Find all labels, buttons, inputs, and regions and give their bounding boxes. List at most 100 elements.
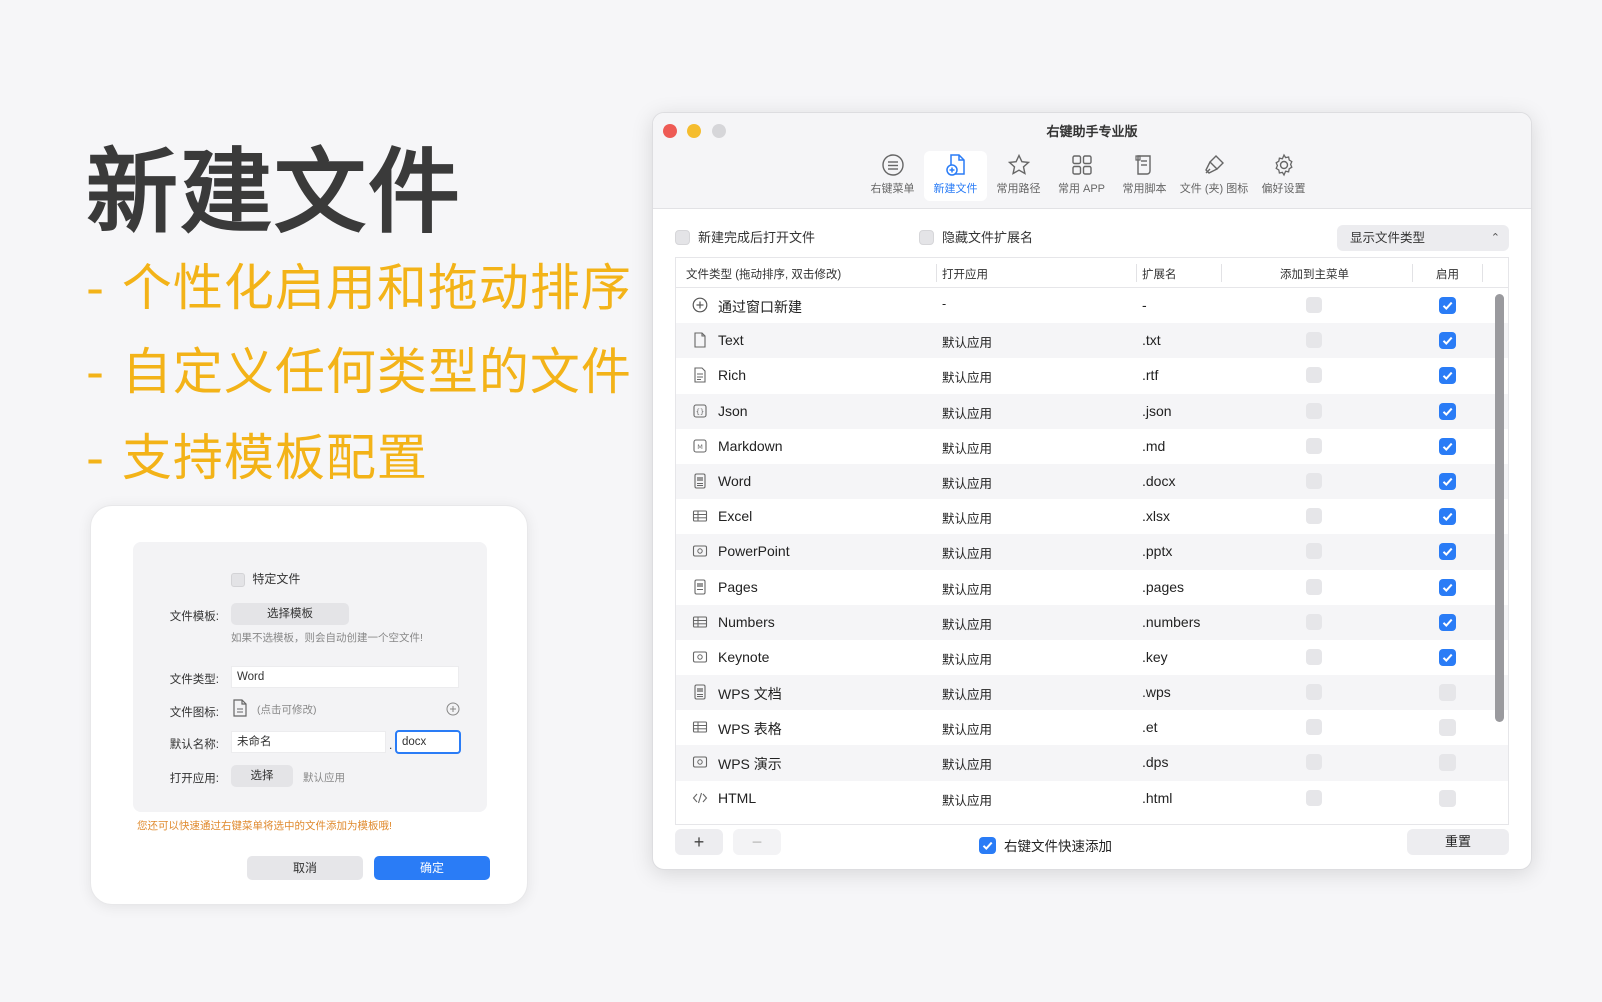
- add-to-menu-checkbox[interactable]: [1306, 578, 1322, 595]
- enable-checkbox[interactable]: [1439, 648, 1456, 666]
- tab-folder-icons[interactable]: 文件 (夹) 图标: [1176, 151, 1252, 201]
- grid-icon: [1071, 155, 1092, 175]
- add-to-menu-checkbox[interactable]: [1306, 437, 1322, 454]
- enable-checkbox[interactable]: [1439, 684, 1456, 702]
- chevron-updown-icon: ⌃: [1490, 232, 1500, 244]
- enable-checkbox[interactable]: [1439, 332, 1456, 350]
- row-extension: .xlsx: [1142, 508, 1170, 525]
- enable-checkbox[interactable]: [1439, 613, 1456, 631]
- select-template-button[interactable]: 选择模板: [231, 603, 349, 625]
- open-after-create-option[interactable]: 新建完成后打开文件: [675, 227, 815, 246]
- table-header: 文件类型 (拖动排序, 双击修改) 打开应用 扩展名 添加到主菜单 启用: [676, 258, 1508, 288]
- add-to-menu-checkbox[interactable]: [1306, 613, 1322, 630]
- add-to-menu-checkbox[interactable]: [1306, 472, 1322, 489]
- header-file-type[interactable]: 文件类型 (拖动排序, 双击修改): [686, 266, 841, 282]
- header-add-to-menu[interactable]: 添加到主菜单: [1280, 266, 1349, 282]
- enable-checkbox[interactable]: [1439, 543, 1456, 561]
- table-scrollbar[interactable]: [1495, 294, 1504, 722]
- header-enabled[interactable]: 启用: [1436, 266, 1459, 282]
- enable-checkbox[interactable]: [1439, 789, 1456, 807]
- file-icon[interactable]: [233, 699, 247, 722]
- table-row[interactable]: Pages 默认应用 .pages: [676, 570, 1508, 605]
- file-type-field[interactable]: Word: [231, 666, 459, 688]
- table-row[interactable]: WPS 文档 默认应用 .wps: [676, 675, 1508, 711]
- table-row[interactable]: WPS 演示 默认应用 .dps: [676, 745, 1508, 781]
- table-row[interactable]: M Markdown 默认应用 .md: [676, 429, 1508, 464]
- enable-checkbox[interactable]: [1439, 402, 1456, 420]
- window-title: 右键助手专业版: [1046, 124, 1138, 139]
- table-row[interactable]: Word 默认应用 .docx: [676, 463, 1508, 500]
- table-body: 通过窗口新建 - - Text 默认应用 .txt Rich 默认应用 .rtf {} Json 默认…: [676, 288, 1508, 816]
- script-icon: [1134, 155, 1151, 175]
- open-app-label: 打开应用:: [169, 773, 219, 785]
- tab-common-paths[interactable]: 常用路径: [987, 151, 1050, 201]
- tab-label: 新建文件: [933, 183, 978, 195]
- hide-extension-option[interactable]: 隐藏文件扩展名: [919, 227, 1033, 246]
- row-open-app: 默认应用: [942, 652, 993, 667]
- tab-new-file[interactable]: 新建文件: [924, 151, 987, 201]
- table-row[interactable]: 通过窗口新建 - -: [676, 288, 1508, 323]
- row-open-app: -: [942, 297, 947, 311]
- table-row[interactable]: {} Json 默认应用 .json: [676, 393, 1508, 429]
- open-after-create-label: 新建完成后打开文件: [698, 230, 816, 245]
- quick-add-option[interactable]: 右键文件快速添加: [979, 835, 1112, 855]
- enable-checkbox[interactable]: [1439, 754, 1456, 772]
- table-row[interactable]: WPS 表格 默认应用 .et: [676, 710, 1508, 745]
- table-icon: [692, 614, 708, 630]
- specific-file-label: 特定文件: [252, 572, 301, 586]
- extension-field[interactable]: docx: [395, 730, 461, 754]
- add-to-menu-checkbox[interactable]: [1306, 297, 1322, 313]
- add-to-menu-checkbox[interactable]: [1306, 648, 1322, 665]
- tab-context-menu[interactable]: 右键菜单: [861, 151, 924, 201]
- tab-common-scripts[interactable]: 常用脚本: [1113, 151, 1176, 201]
- open-after-create-checkbox[interactable]: [675, 230, 690, 245]
- row-file-type: Rich: [718, 367, 747, 384]
- display-type-value: 显示文件类型: [1350, 231, 1426, 245]
- word-file-icon: [692, 473, 708, 489]
- ok-button[interactable]: 确定: [374, 856, 490, 880]
- row-file-type: PowerPoint: [718, 543, 790, 560]
- row-extension: .json: [1142, 402, 1172, 419]
- header-extension[interactable]: 扩展名: [1142, 266, 1177, 282]
- add-to-menu-checkbox[interactable]: [1306, 508, 1322, 525]
- tab-preferences[interactable]: 偏好设置: [1252, 151, 1315, 201]
- default-name-field[interactable]: 未命名: [231, 731, 386, 753]
- table-row[interactable]: Excel 默认应用 .xlsx: [676, 499, 1508, 534]
- add-to-menu-checkbox[interactable]: [1306, 402, 1322, 419]
- tab-common-apps[interactable]: 常用 APP: [1050, 151, 1113, 201]
- table-row[interactable]: Rich 默认应用 .rtf: [676, 358, 1508, 393]
- add-circle-icon[interactable]: [446, 702, 460, 721]
- display-type-select[interactable]: 显示文件类型 ⌃: [1337, 225, 1509, 251]
- add-to-menu-checkbox[interactable]: [1306, 367, 1322, 384]
- hide-extension-checkbox[interactable]: [919, 230, 934, 245]
- header-open-app[interactable]: 打开应用: [942, 266, 988, 282]
- specific-file-check-box[interactable]: [231, 572, 245, 587]
- choose-app-button[interactable]: 选择: [231, 765, 293, 787]
- add-to-menu-checkbox[interactable]: [1306, 719, 1322, 736]
- cancel-button[interactable]: 取消: [247, 856, 363, 880]
- enable-checkbox[interactable]: [1439, 508, 1456, 526]
- row-extension: .wps: [1142, 684, 1171, 701]
- row-file-type: 通过窗口新建: [718, 299, 802, 315]
- table-row[interactable]: HTML 默认应用 .html: [676, 781, 1508, 816]
- enable-checkbox[interactable]: [1439, 297, 1456, 314]
- quick-add-checkbox[interactable]: [979, 837, 996, 854]
- table-row[interactable]: Keynote 默认应用 .key: [676, 640, 1508, 675]
- add-to-menu-checkbox[interactable]: [1306, 684, 1322, 701]
- add-to-menu-checkbox[interactable]: [1306, 789, 1322, 806]
- table-row[interactable]: Text 默认应用 .txt: [676, 323, 1508, 359]
- enable-checkbox[interactable]: [1439, 719, 1456, 737]
- add-row-button[interactable]: +: [675, 829, 723, 855]
- add-to-menu-checkbox[interactable]: [1306, 543, 1322, 560]
- reset-button[interactable]: 重置: [1407, 829, 1509, 855]
- remove-row-button[interactable]: −: [733, 829, 781, 855]
- add-to-menu-checkbox[interactable]: [1306, 332, 1322, 349]
- add-to-menu-checkbox[interactable]: [1306, 754, 1322, 771]
- table-row[interactable]: Numbers 默认应用 .numbers: [676, 604, 1508, 640]
- specific-file-checkbox[interactable]: 特定文件: [231, 570, 300, 587]
- enable-checkbox[interactable]: [1439, 578, 1456, 596]
- enable-checkbox[interactable]: [1439, 472, 1456, 490]
- enable-checkbox[interactable]: [1439, 367, 1456, 385]
- enable-checkbox[interactable]: [1439, 437, 1456, 455]
- table-row[interactable]: PowerPoint 默认应用 .pptx: [676, 534, 1508, 570]
